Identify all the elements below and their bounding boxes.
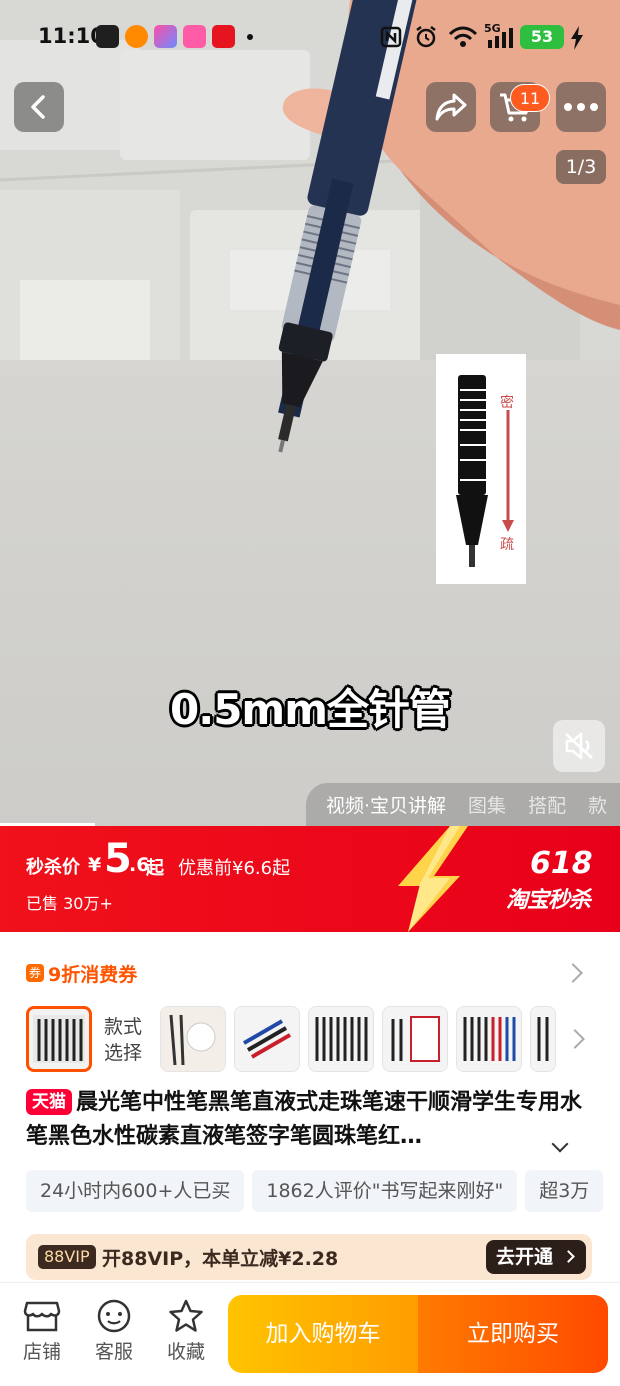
- price-currency: ¥: [88, 854, 102, 876]
- store-icon: [23, 1301, 61, 1332]
- pen-image: [235, 1007, 299, 1071]
- tag-more[interactable]: 超3万: [525, 1170, 604, 1212]
- tag-recent-purchases[interactable]: 24小时内600+人已买: [26, 1170, 245, 1212]
- chevron-right-icon: [563, 963, 583, 983]
- customer-service-button[interactable]: 客服: [84, 1299, 144, 1364]
- alarm-icon: [416, 26, 436, 48]
- buy-now-button[interactable]: 立即购买: [418, 1295, 608, 1373]
- image-counter: 1/3: [556, 150, 606, 184]
- coupon-text: 9折消费券: [48, 964, 138, 986]
- vip-badge: 88VIP: [38, 1245, 96, 1269]
- original-price: 优惠前¥6.6起: [178, 858, 291, 879]
- product-info-panel: 券 9折消费券 款式 选择 天猫 晨光笔中性笔黑笔直液式走珠笔速干顺滑学生专用水…: [0, 932, 620, 1282]
- variant-thumb[interactable]: [234, 1006, 300, 1072]
- variant-thumb[interactable]: [308, 1006, 374, 1072]
- status-app-icons: [96, 25, 253, 48]
- charging-icon: [571, 26, 583, 50]
- pen-image: [457, 1007, 521, 1071]
- tab-styles[interactable]: 款: [588, 791, 607, 818]
- pen-image: [531, 1007, 555, 1071]
- share-icon: [435, 93, 467, 121]
- pen-image: [383, 1007, 447, 1071]
- cart-count-badge: 11: [510, 84, 550, 112]
- store-button[interactable]: 店铺: [12, 1299, 72, 1364]
- favorite-button[interactable]: 收藏: [156, 1299, 216, 1364]
- favorite-label: 收藏: [166, 1341, 205, 1363]
- activate-vip-button[interactable]: 去开通: [486, 1240, 586, 1274]
- product-title: 天猫 晨光笔中性笔黑笔直液式走珠笔速干顺滑学生专用水笔黑色水性碳素直液笔签字笔圆珠…: [26, 1086, 596, 1154]
- weibo-icon: [125, 25, 148, 48]
- product-detail-screen: 密 疏 11:10 5G 53 11 1/3 0.5mm全针管 视频·宝贝讲解 …: [0, 0, 620, 1386]
- variant-thumb[interactable]: [456, 1006, 522, 1072]
- store-label: 店铺: [22, 1341, 61, 1363]
- variant-selector[interactable]: 款式 选择: [26, 1006, 620, 1072]
- status-indicators: 5G 53: [380, 22, 586, 52]
- mute-button[interactable]: [553, 720, 605, 772]
- flash-sale-bar: 秒杀价 ¥ 5 .6 起 优惠前¥6.6起 已售 30万+ 618 淘宝秒杀: [0, 826, 620, 932]
- price-integer: 5: [104, 836, 132, 882]
- chevron-right-icon[interactable]: [565, 1029, 585, 1049]
- app-notification-icon: [96, 25, 119, 48]
- app-notification-icon: [154, 25, 177, 48]
- pen-image: [309, 1007, 373, 1071]
- customer-service-label: 客服: [94, 1341, 133, 1363]
- battery-indicator: 53: [520, 25, 564, 49]
- video-caption: 0.5mm全针管: [170, 685, 451, 734]
- status-time: 11:10: [38, 24, 105, 48]
- price-suffix: 起: [146, 858, 164, 879]
- variant-select-label[interactable]: 款式 选择: [104, 1014, 142, 1066]
- add-to-cart-button[interactable]: 加入购物车: [228, 1295, 418, 1373]
- bottom-action-bar: 店铺 客服 收藏 加入购物车 立即购买: [0, 1282, 620, 1386]
- tab-gallery[interactable]: 图集: [468, 791, 506, 818]
- variant-thumb[interactable]: [26, 1006, 92, 1072]
- wifi-icon: [448, 26, 478, 47]
- tmall-badge: 天猫: [26, 1089, 72, 1115]
- star-icon: [169, 1299, 203, 1332]
- activate-vip-label: 去开通: [496, 1246, 554, 1268]
- variant-thumb[interactable]: [530, 1006, 556, 1072]
- tab-matching[interactable]: 搭配: [528, 791, 566, 818]
- variant-label-line1: 款式: [104, 1016, 143, 1038]
- vip-offer-text: 开88VIP，本单立减¥2.28: [102, 1248, 339, 1270]
- event-618-logo: 618: [530, 846, 593, 881]
- back-button[interactable]: [14, 82, 64, 132]
- variant-label-line2: 选择: [104, 1042, 143, 1064]
- variant-thumb[interactable]: [160, 1006, 226, 1072]
- nfc-icon: [380, 26, 402, 48]
- app-notification-icon: [183, 25, 206, 48]
- pen-image: [161, 1007, 225, 1071]
- highlight-tags: 24小时内600+人已买 1862人评价"书写起来刚好" 超3万: [26, 1170, 620, 1212]
- mute-icon: [565, 732, 593, 760]
- tab-video-explain[interactable]: 视频·宝贝讲解: [326, 791, 446, 818]
- chevron-right-icon: [562, 1250, 575, 1263]
- back-arrow-icon: [31, 95, 45, 119]
- coupon-row[interactable]: 券 9折消费券: [26, 960, 592, 988]
- status-bar: 11:10 5G 53: [0, 0, 620, 74]
- more-button[interactable]: [556, 82, 606, 132]
- taobao-flash-sale-logo: 淘宝秒杀: [506, 888, 591, 913]
- coupon-icon: 券: [26, 964, 44, 982]
- pen-set-image: [33, 1015, 85, 1063]
- media-tabs: 视频·宝贝讲解 图集 搭配 款: [306, 783, 620, 826]
- flash-sale-label: 秒杀价: [26, 857, 80, 878]
- tag-reviews[interactable]: 1862人评价"书写起来刚好": [252, 1170, 518, 1212]
- sold-count: 已售 30万+: [26, 894, 113, 913]
- share-button[interactable]: [426, 82, 476, 132]
- app-notification-icon: [212, 25, 235, 48]
- vip-promo-bar[interactable]: 88VIP 开88VIP，本单立减¥2.28 去开通: [26, 1234, 592, 1280]
- more-icon: [564, 103, 598, 111]
- signal-icon: [488, 28, 513, 48]
- more-notifications-dot: [247, 34, 253, 40]
- variant-thumb[interactable]: [382, 1006, 448, 1072]
- customer-service-icon: [97, 1299, 131, 1333]
- svg-text:疏: 疏: [500, 537, 514, 553]
- svg-text:密: 密: [500, 394, 514, 411]
- product-media-viewer[interactable]: 密 疏 11:10 5G 53 11 1/3 0.5mm全针管 视频·宝贝讲解 …: [0, 0, 620, 826]
- lightning-icon: [398, 826, 468, 932]
- product-title-text: 晨光笔中性笔黑笔直液式走珠笔速干顺滑学生专用水笔黑色水性碳素直液笔签字笔圆珠笔红…: [26, 1090, 583, 1149]
